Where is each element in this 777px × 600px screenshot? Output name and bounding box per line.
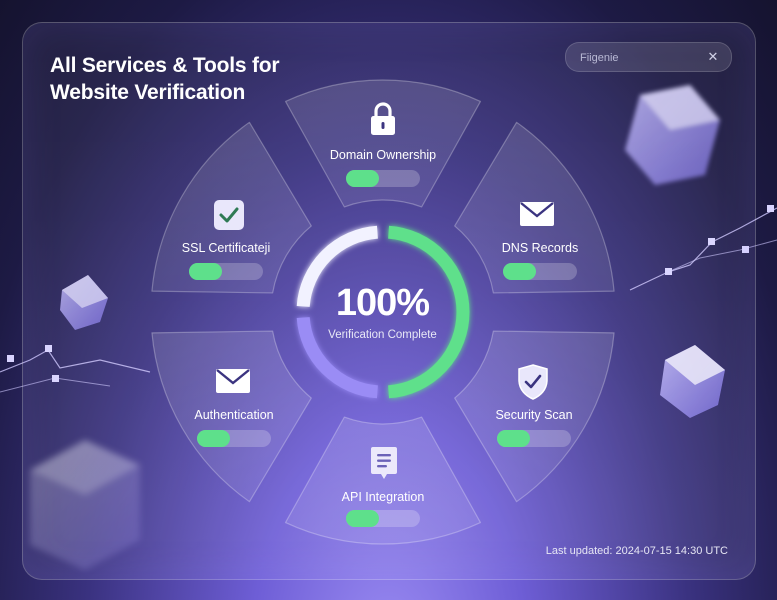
authentication-label: Authentication <box>194 408 274 422</box>
security-scan-label: Security Scan <box>495 408 573 422</box>
envelope-icon <box>520 202 554 226</box>
domain-ownership-toggle[interactable] <box>346 170 420 187</box>
toggle-knob <box>497 430 530 447</box>
envelope-icon <box>216 369 250 393</box>
checkbox-icon <box>214 200 244 230</box>
document-icon <box>371 447 397 479</box>
api-integration-toggle[interactable] <box>346 510 420 527</box>
toggle-knob <box>197 430 230 447</box>
api-integration-label: API Integration <box>341 490 425 504</box>
security-scan-toggle[interactable] <box>497 430 571 447</box>
toggle-knob <box>346 170 379 187</box>
authentication-toggle[interactable] <box>197 430 271 447</box>
dns-records-label: DNS Records <box>501 241 579 255</box>
progress-status: Verification Complete <box>328 329 437 341</box>
toggle-knob <box>189 263 222 280</box>
ssl-certificate-label: SSL Certificateji <box>181 241 271 255</box>
last-updated-timestamp: Last updated: 2024-07-15 14:30 UTC <box>545 545 728 557</box>
toggle-knob <box>346 510 379 527</box>
domain-ownership-segment[interactable] <box>284 79 482 208</box>
ssl-certificate-toggle[interactable] <box>189 263 263 280</box>
domain-ownership-label: Domain Ownership <box>329 148 437 162</box>
toggle-knob <box>503 263 536 280</box>
lock-icon <box>371 102 395 135</box>
dns-records-toggle[interactable] <box>503 263 577 280</box>
shield-check-icon <box>518 364 548 400</box>
progress-percent: 100% <box>335 282 430 324</box>
